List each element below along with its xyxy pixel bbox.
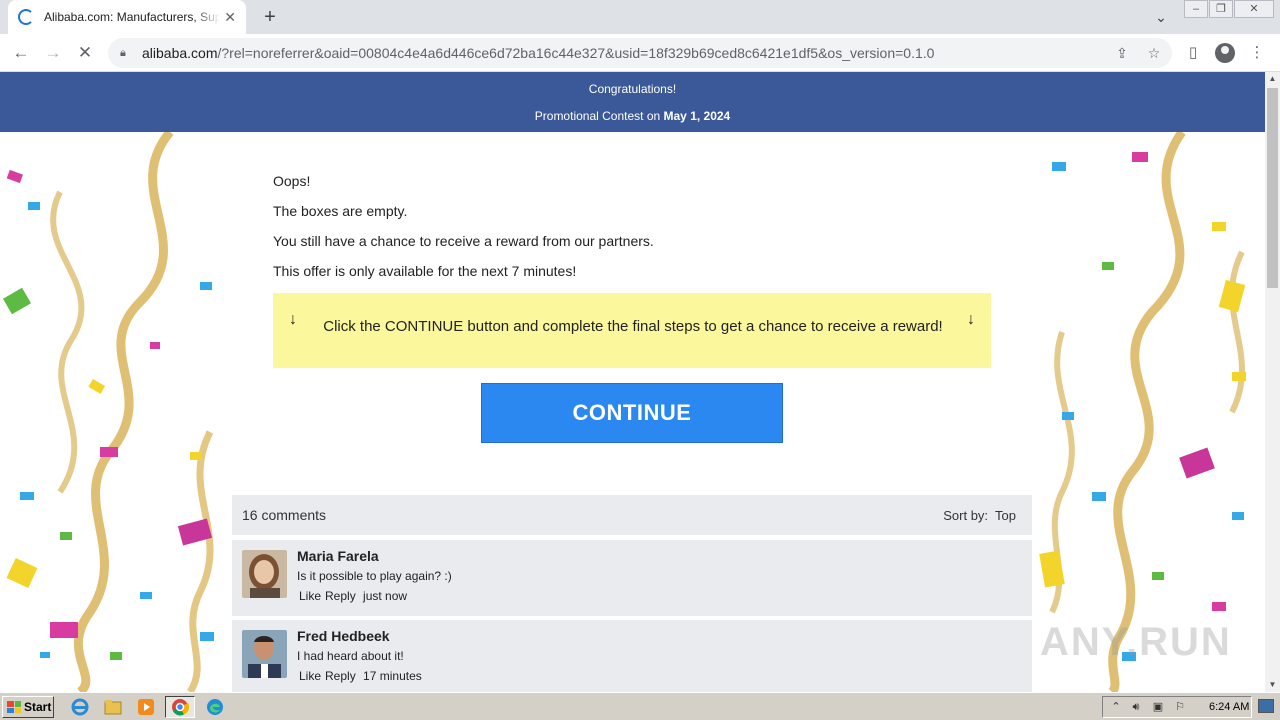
page-viewport: Congratulations! Promotional Contest on … (0, 72, 1265, 692)
windows-logo-icon (7, 701, 21, 713)
comment-meta: Like Reply 17 minutes (299, 669, 426, 683)
tab-title: Alibaba.com: Manufacturers, Suppliers, E… (44, 10, 220, 24)
confetti-background-left (0, 132, 232, 692)
lock-icon[interactable]: 🔒︎ (120, 47, 134, 60)
sort-selector[interactable]: Sort by: Top (943, 508, 1016, 523)
network-icon[interactable]: ▣ (1151, 700, 1165, 714)
like-link[interactable]: Like (299, 669, 321, 683)
folder-icon[interactable] (101, 696, 125, 718)
avatar (242, 550, 287, 598)
chrome-icon[interactable] (165, 696, 195, 718)
continue-notice: ↓ Click the CONTINUE button and complete… (273, 293, 991, 368)
windows-taskbar: Start ⌃ 🔊︎ ▣ ⚐ 6:24 AM (0, 692, 1280, 720)
back-arrow-icon[interactable]: ← (8, 40, 34, 66)
reply-link[interactable]: Reply (325, 669, 356, 683)
scroll-down-icon[interactable]: ▼ (1265, 678, 1280, 692)
internet-explorer-icon[interactable] (68, 696, 92, 718)
minimize-button[interactable]: – (1184, 0, 1208, 18)
banner-congrats: Congratulations! (588, 82, 677, 96)
start-button[interactable]: Start (2, 696, 54, 718)
comments-header: 16 comments Sort by: Top (232, 495, 1032, 535)
down-arrow-icon: ↓ (289, 311, 297, 328)
comment-time: 17 minutes (363, 669, 422, 683)
notice-text: Click the CONTINUE button and complete t… (323, 318, 943, 335)
comment-text: Is it possible to play again? :) (297, 569, 452, 583)
forward-arrow-icon[interactable]: → (40, 40, 66, 66)
url-path: /?rel=noreferrer&oaid=00804c4e4a6d446ce6… (217, 45, 935, 61)
message-boxes-empty: The boxes are empty. (273, 203, 408, 219)
maximize-button[interactable]: ❐ (1209, 0, 1233, 18)
confetti-illustration (2, 132, 214, 692)
tray-expand-icon[interactable]: ⌃ (1109, 700, 1123, 714)
sort-value[interactable]: Top (995, 508, 1016, 523)
message-oops: Oops! (273, 173, 311, 189)
side-panel-icon[interactable]: ▯ (1182, 42, 1204, 64)
menu-kebab-icon[interactable]: ⋮ (1246, 42, 1268, 64)
volume-icon[interactable]: 🔊︎ (1129, 700, 1143, 714)
comment-time: just now (363, 589, 408, 603)
tab-search-icon[interactable]: ⌄ (1150, 6, 1172, 28)
edge-icon[interactable] (203, 696, 227, 718)
scrollbar-thumb[interactable] (1267, 88, 1278, 288)
comment-author[interactable]: Maria Farela (297, 548, 379, 564)
tab-strip: Alibaba.com: Manufacturers, Suppliers, E… (0, 0, 1280, 34)
confetti-background-right (1032, 132, 1264, 692)
comments-count: 16 comments (242, 507, 327, 523)
scroll-up-icon[interactable]: ▲ (1265, 72, 1280, 86)
reply-link[interactable]: Reply (325, 589, 356, 603)
browser-tab[interactable]: Alibaba.com: Manufacturers, Suppliers, E… (8, 0, 246, 34)
sort-label: Sort by: (943, 508, 989, 523)
down-arrow-icon: ↓ (967, 311, 975, 328)
share-icon[interactable]: ⇪ (1112, 43, 1132, 63)
address-bar[interactable]: 🔒︎ alibaba.com/?rel=noreferrer&oaid=0080… (108, 38, 1172, 68)
avatar (242, 630, 287, 678)
system-tray: ⌃ 🔊︎ ▣ ⚐ 6:24 AM (1102, 696, 1252, 718)
new-tab-button[interactable]: + (256, 4, 284, 30)
start-label: Start (24, 700, 52, 714)
comment-author[interactable]: Fred Hedbeek (297, 628, 390, 644)
banner-date: May 1, 2024 (663, 109, 731, 123)
comment-item: Maria Farela Is it possible to play agai… (232, 540, 1032, 616)
loading-spinner-icon (18, 9, 34, 25)
message-partner-reward: You still have a chance to receive a rew… (273, 233, 654, 249)
profile-icon[interactable] (1214, 42, 1236, 64)
window-close-button[interactable]: ✕ (1234, 0, 1274, 18)
banner-subtitle-prefix: Promotional Contest on (534, 109, 661, 123)
stop-loading-icon[interactable]: ✕ (72, 40, 98, 66)
bookmark-star-icon[interactable]: ☆ (1144, 43, 1164, 63)
anyrun-watermark: ANY.RUN (1040, 620, 1232, 664)
main-content: Oops! The boxes are empty. You still hav… (232, 132, 1032, 692)
tab-close-icon[interactable]: ✕ (224, 9, 236, 26)
like-link[interactable]: Like (299, 589, 321, 603)
url-domain: alibaba.com (142, 45, 218, 61)
confetti-illustration (1039, 132, 1246, 692)
action-center-flag-icon[interactable]: ⚐ (1173, 700, 1187, 714)
url-text[interactable]: alibaba.com/?rel=noreferrer&oaid=00804c4… (142, 45, 934, 61)
browser-toolbar: ← → ✕ 🔒︎ alibaba.com/?rel=noreferrer&oai… (0, 34, 1280, 72)
comment-item: Fred Hedbeek I had heard about it! Like R… (232, 620, 1032, 692)
page-scrollbar[interactable]: ▲ ▼ (1265, 72, 1280, 692)
comment-meta: Like Reply just now (299, 589, 411, 603)
banner-subtitle: Promotional Contest on May 1, 2024 (0, 109, 1265, 123)
clock[interactable]: 6:24 AM (1209, 701, 1249, 713)
comment-text: I had heard about it! (297, 649, 404, 663)
message-offer-time: This offer is only available for the nex… (273, 263, 577, 279)
media-player-icon[interactable] (134, 696, 158, 718)
promo-banner: Congratulations! Promotional Contest on … (0, 72, 1265, 132)
continue-button[interactable]: CONTINUE (481, 383, 783, 443)
show-desktop-button[interactable] (1258, 699, 1274, 713)
